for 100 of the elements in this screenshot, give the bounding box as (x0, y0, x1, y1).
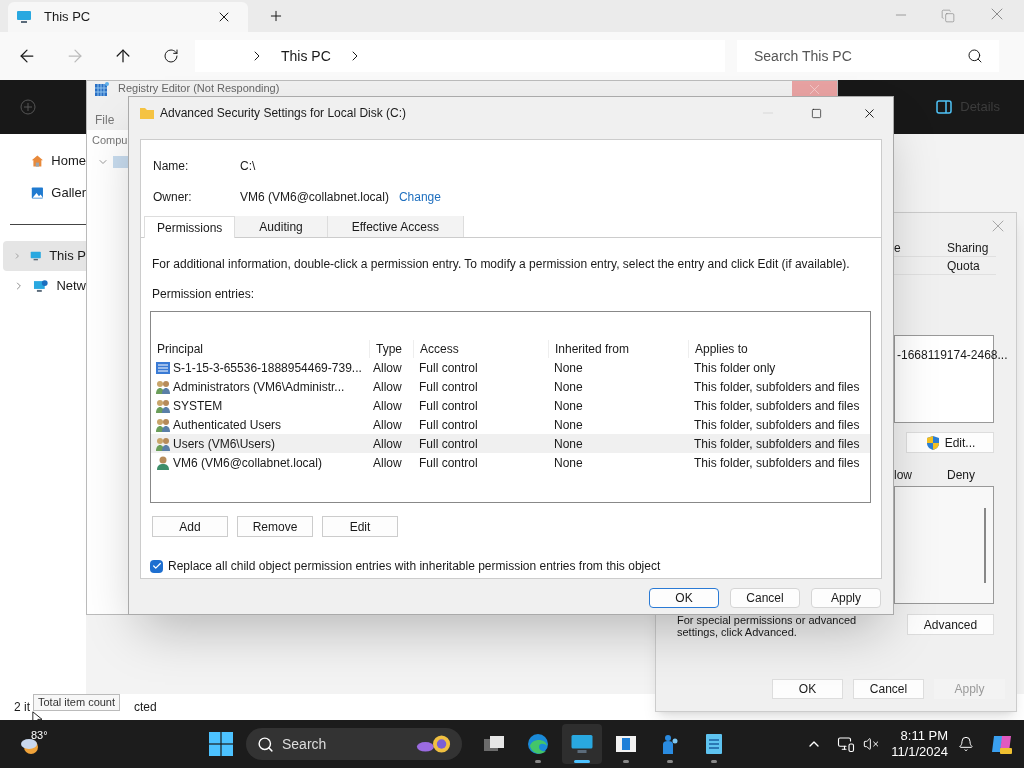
users-icon (155, 435, 171, 452)
network-icon (32, 278, 49, 294)
search-field[interactable]: Search (246, 728, 462, 760)
shield-icon (924, 434, 941, 451)
table-cell-text: Authenticated Users (173, 416, 282, 434)
sidebar-item[interactable]: Netw (3, 271, 86, 301)
sidebar-item[interactable]: Galler (3, 178, 86, 208)
edit-button[interactable]: Edit... (906, 432, 994, 453)
tab[interactable]: Auditing (235, 216, 328, 237)
table-cell-text: Allow (372, 378, 403, 396)
table-cell-text: Allow (372, 435, 403, 453)
search-icon (257, 735, 274, 753)
table-cell-text: None (553, 454, 584, 472)
checkbox-label: Replace all child object permission entries with inheritable permission entries from this object (168, 558, 661, 575)
users-icon (155, 378, 171, 395)
computer-icon (16, 9, 32, 25)
users-icon (155, 397, 171, 414)
sidebar-item[interactable]: Home (3, 146, 86, 176)
address-text: Compu (92, 132, 128, 148)
new-tab-icon[interactable] (268, 8, 284, 24)
dialog-button[interactable]: OK (772, 679, 843, 699)
table-row[interactable]: Administrators (VM6\Administr... Allow Full control None This folder, subfolders and files (151, 377, 870, 396)
checkbox[interactable] (150, 559, 163, 573)
table-cell-text: This folder, subfolders and files (693, 454, 861, 472)
column-header[interactable]: Applies to (688, 340, 870, 358)
hint-text: For special permissions or advanced settings, click Advanced. (677, 614, 858, 638)
table-cell-text: None (553, 378, 584, 396)
table-cell-text: S-1-15-3-65536-1888954469-739... (173, 359, 362, 377)
address-bar[interactable]: This PC (195, 40, 725, 72)
table-cell-text: None (553, 397, 584, 415)
search-field[interactable]: Search This PC (737, 40, 999, 72)
clock[interactable]: 8:11 PM 11/1/2024 (891, 728, 948, 760)
maximize-icon[interactable] (811, 107, 822, 119)
table-cell-text: Allow (372, 359, 403, 377)
scrollbar[interactable] (984, 507, 986, 583)
tab[interactable]: e (894, 238, 947, 257)
table-cell-text: SYSTEM (173, 397, 223, 415)
table-row[interactable]: Users (VM6\Users) Allow Full control None This folder, subfolders and files (151, 434, 870, 453)
table-row[interactable]: S-1-15-3-65536-1888954469-739... Allow Full control None This folder only (151, 358, 870, 377)
table-cell-text: None (553, 416, 584, 434)
table-cell-text: This folder, subfolders and files (693, 435, 861, 453)
table-cell-text: Allow (372, 454, 403, 472)
browser-tab[interactable]: This PC (8, 2, 248, 32)
list-action-button[interactable]: Remove (237, 516, 313, 537)
network-icon[interactable] (837, 735, 856, 753)
table-cell-text: None (553, 435, 584, 453)
list-action-button[interactable]: Edit (322, 516, 398, 537)
window-title: Registry Editor (Not Responding) (118, 82, 280, 95)
breadcrumb[interactable]: This PC (281, 45, 331, 67)
tab[interactable]: Effective Access (327, 216, 464, 237)
dialog-button[interactable]: OK (649, 588, 719, 608)
table-cell-text: This folder only (693, 359, 777, 377)
window-title: Advanced Security Settings for Local Disk (C:) (160, 105, 407, 122)
list-item[interactable]: -1668119174-2468... (897, 348, 1008, 362)
tab-title: This PC (44, 8, 92, 27)
column-header[interactable]: Inherited from (548, 340, 688, 358)
list-action-button[interactable]: Add (152, 516, 228, 537)
status-text: cted (134, 699, 157, 716)
table-cell-text: Administrators (VM6\Administr... (173, 378, 345, 396)
column-header: low (894, 467, 913, 484)
dialog-button[interactable]: Apply (811, 588, 881, 608)
mute-icon[interactable] (863, 736, 880, 752)
notification-icon[interactable] (958, 736, 974, 752)
menu-item[interactable]: File (95, 111, 115, 129)
computer-icon (570, 732, 594, 756)
table-row[interactable]: Authenticated Users Allow Full control None This folder, subfolders and files (151, 415, 870, 434)
column-header[interactable]: Access (413, 340, 548, 358)
taskbar-app[interactable] (562, 724, 602, 764)
field-value: VM6 (VM6@collabnet.local) (240, 189, 389, 206)
folder-icon (139, 105, 155, 121)
tab[interactable]: Permissions (144, 216, 236, 238)
field-label: Name: (153, 158, 190, 175)
table-row[interactable]: SYSTEM Allow Full control None This folder, subfolders and files (151, 396, 870, 415)
section-label: Permission entries: (151, 286, 256, 303)
tab[interactable]: Quota (947, 256, 980, 275)
weather-widget[interactable]: 83° (19, 729, 49, 759)
house-icon (30, 153, 44, 169)
dialog-button[interactable]: Cancel (730, 588, 800, 608)
tab[interactable]: Sharing (947, 238, 989, 257)
users-icon (155, 416, 171, 433)
start-icon[interactable] (209, 732, 233, 756)
table-cell-text: Allow (372, 416, 403, 434)
browser-icon[interactable] (526, 732, 550, 756)
dialog-button[interactable]: Cancel (853, 679, 924, 699)
column-header[interactable]: Principal (151, 340, 369, 358)
check-icon (151, 561, 162, 571)
table-cell-text: Allow (372, 397, 403, 415)
change-link[interactable]: Change (398, 188, 441, 206)
sidebar-item[interactable]: This P (3, 241, 86, 271)
column-header[interactable]: Type (369, 340, 413, 358)
panel-icon (936, 99, 953, 115)
registry-icon (94, 81, 110, 97)
advanced-button[interactable]: Advanced (907, 614, 994, 635)
table-cell-text: None (553, 359, 584, 377)
refresh-icon[interactable] (163, 48, 179, 64)
table-row[interactable]: VM6 (VM6@collabnet.local) Allow Full control None This folder, subfolders and files (151, 453, 870, 472)
status-text: 2 it (14, 699, 30, 716)
table-cell-text: This folder, subfolders and files (693, 397, 861, 415)
table-cell-text: This folder, subfolders and files (693, 378, 861, 396)
info-text: For additional information, double-click a permission entry. To modify a permission entry, select the entry and click Edit (if available). (151, 256, 851, 273)
